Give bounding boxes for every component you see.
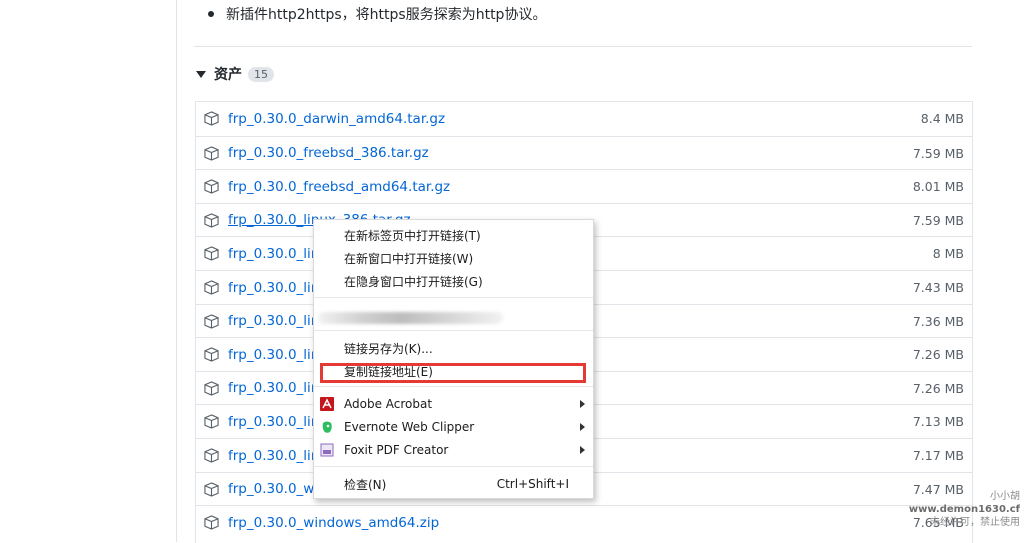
menu-evernote[interactable]: Evernote Web Clipper [314,416,593,438]
package-icon [204,414,219,430]
package-icon [204,481,219,497]
chevron-right-icon [580,423,585,431]
asset-download-link[interactable]: frp_0.30.0_lin [228,448,319,464]
menu-label: 检查(N) [344,477,387,492]
package-icon [204,515,219,530]
adobe-acrobat-icon [320,397,334,411]
asset-download-link[interactable]: frp_0.30.0_lin [228,414,319,430]
asset-size: 7.13 MB [912,414,964,430]
evernote-icon [322,421,332,433]
menu-inspect[interactable]: 检查(N) Ctrl+Shift+I [314,473,593,495]
menu-shortcut: Ctrl+Shift+I [496,477,569,491]
asset-size: 7.17 MB [912,448,964,463]
menu-separator [314,466,593,467]
foxit-icon [320,443,334,457]
package-icon [204,213,219,228]
menu-adobe-acrobat[interactable]: Adobe Acrobat [314,393,593,415]
package-icon [204,145,219,161]
asset-size: 8.01 MB [912,179,964,195]
asset-download-link[interactable]: frp_0.30.0_lin [228,380,319,396]
package-icon [204,179,219,194]
release-note-text: 新插件http2https，将https服务探索为http协议。 [226,7,547,23]
package-icon [204,280,219,295]
asset-size: 7.59 MB [912,212,964,228]
menu-save-link-as[interactable]: 链接另存为(K)... [314,337,593,359]
package-icon [204,347,219,362]
menu-label: 在新标签页中打开链接(T) [344,228,481,243]
asset-download-link[interactable]: frp_0.30.0_freebsd_386.tar.gz [228,145,429,161]
assets-toggle[interactable]: 资产 15 [196,64,274,84]
asset-size: 7.36 MB [912,313,964,329]
menu-label: Adobe Acrobat [344,397,433,411]
asset-download-link[interactable]: frp_0.30.0_lin [228,313,319,329]
bullet-icon [208,11,214,17]
assets-heading: 资产 [214,67,242,83]
package-icon [204,381,219,396]
context-menu: 在新标签页中打开链接(T) 在新窗口中打开链接(W) 在隐身窗口中打开链接(G)… [313,219,594,499]
asset-download-link[interactable]: frp_0.30.0_lin [228,280,319,296]
menu-separator [314,297,593,298]
menu-label: Evernote Web Clipper [344,420,475,434]
asset-row: frp_0.30.0_windows_amd64.zip 7.65 MB [196,505,972,539]
asset-size: 8.4 MB [920,111,964,126]
asset-size: 7.26 MB [912,347,964,363]
asset-download-link[interactable]: frp_0.30.0_wir [228,481,324,497]
asset-download-link[interactable]: frp_0.30.0_freebsd_amd64.tar.gz [228,179,450,195]
asset-size: 7.43 MB [912,280,964,295]
chevron-right-icon [580,400,585,408]
highlight-box [320,363,586,383]
assets-count-badge: 15 [248,66,274,82]
menu-open-incognito[interactable]: 在隐身窗口中打开链接(G) [314,270,593,292]
asset-size: 7.26 MB [912,380,964,396]
asset-download-link[interactable]: frp_0.30.0_darwin_amd64.tar.gz [228,111,445,127]
menu-separator [314,330,593,331]
release-note-item: 新插件http2https，将https服务探索为http协议。 [208,4,546,24]
menu-label: 在隐身窗口中打开链接(G) [344,274,483,289]
menu-separator [314,386,593,387]
menu-label: 链接另存为(K)... [344,341,433,356]
asset-row: frp_0.30.0_darwin_amd64.tar.gz 8.4 MB [196,102,972,135]
left-divider [176,0,177,542]
package-icon [204,313,219,329]
asset-row: frp_0.30.0_freebsd_amd64.tar.gz 8.01 MB [196,169,972,203]
menu-label: 在新窗口中打开链接(W) [344,251,474,266]
watermark-line: www.demon1630.cf [908,504,1020,515]
blurred-menu-item[interactable] [318,312,503,324]
asset-download-link[interactable]: frp_0.30.0_windows_amd64.zip [228,515,439,531]
menu-open-new-window[interactable]: 在新窗口中打开链接(W) [314,247,593,269]
asset-download-link[interactable]: frp_0.30.0_lin [228,246,319,262]
asset-size: 7.59 MB [912,145,964,161]
watermark: 小小胡 www.demon1630.cf 未经许可，禁止使用 [909,490,1020,529]
section-divider [194,46,972,47]
menu-open-new-tab[interactable]: 在新标签页中打开链接(T) [314,224,593,246]
menu-label: Foxit PDF Creator [344,443,449,457]
package-icon [204,448,219,463]
asset-size: 8 MB [932,246,964,262]
package-icon [204,246,219,262]
watermark-line: 未经许可，禁止使用 [930,517,1020,528]
asset-row: frp_0.30.0_freebsd_386.tar.gz 7.59 MB [196,135,972,170]
package-icon [204,111,219,126]
menu-foxit[interactable]: Foxit PDF Creator [314,439,593,461]
asset-download-link[interactable]: frp_0.30.0_lin [228,347,319,363]
triangle-down-icon [196,70,206,78]
watermark-line: 小小胡 [990,491,1020,502]
chevron-right-icon [580,446,585,454]
